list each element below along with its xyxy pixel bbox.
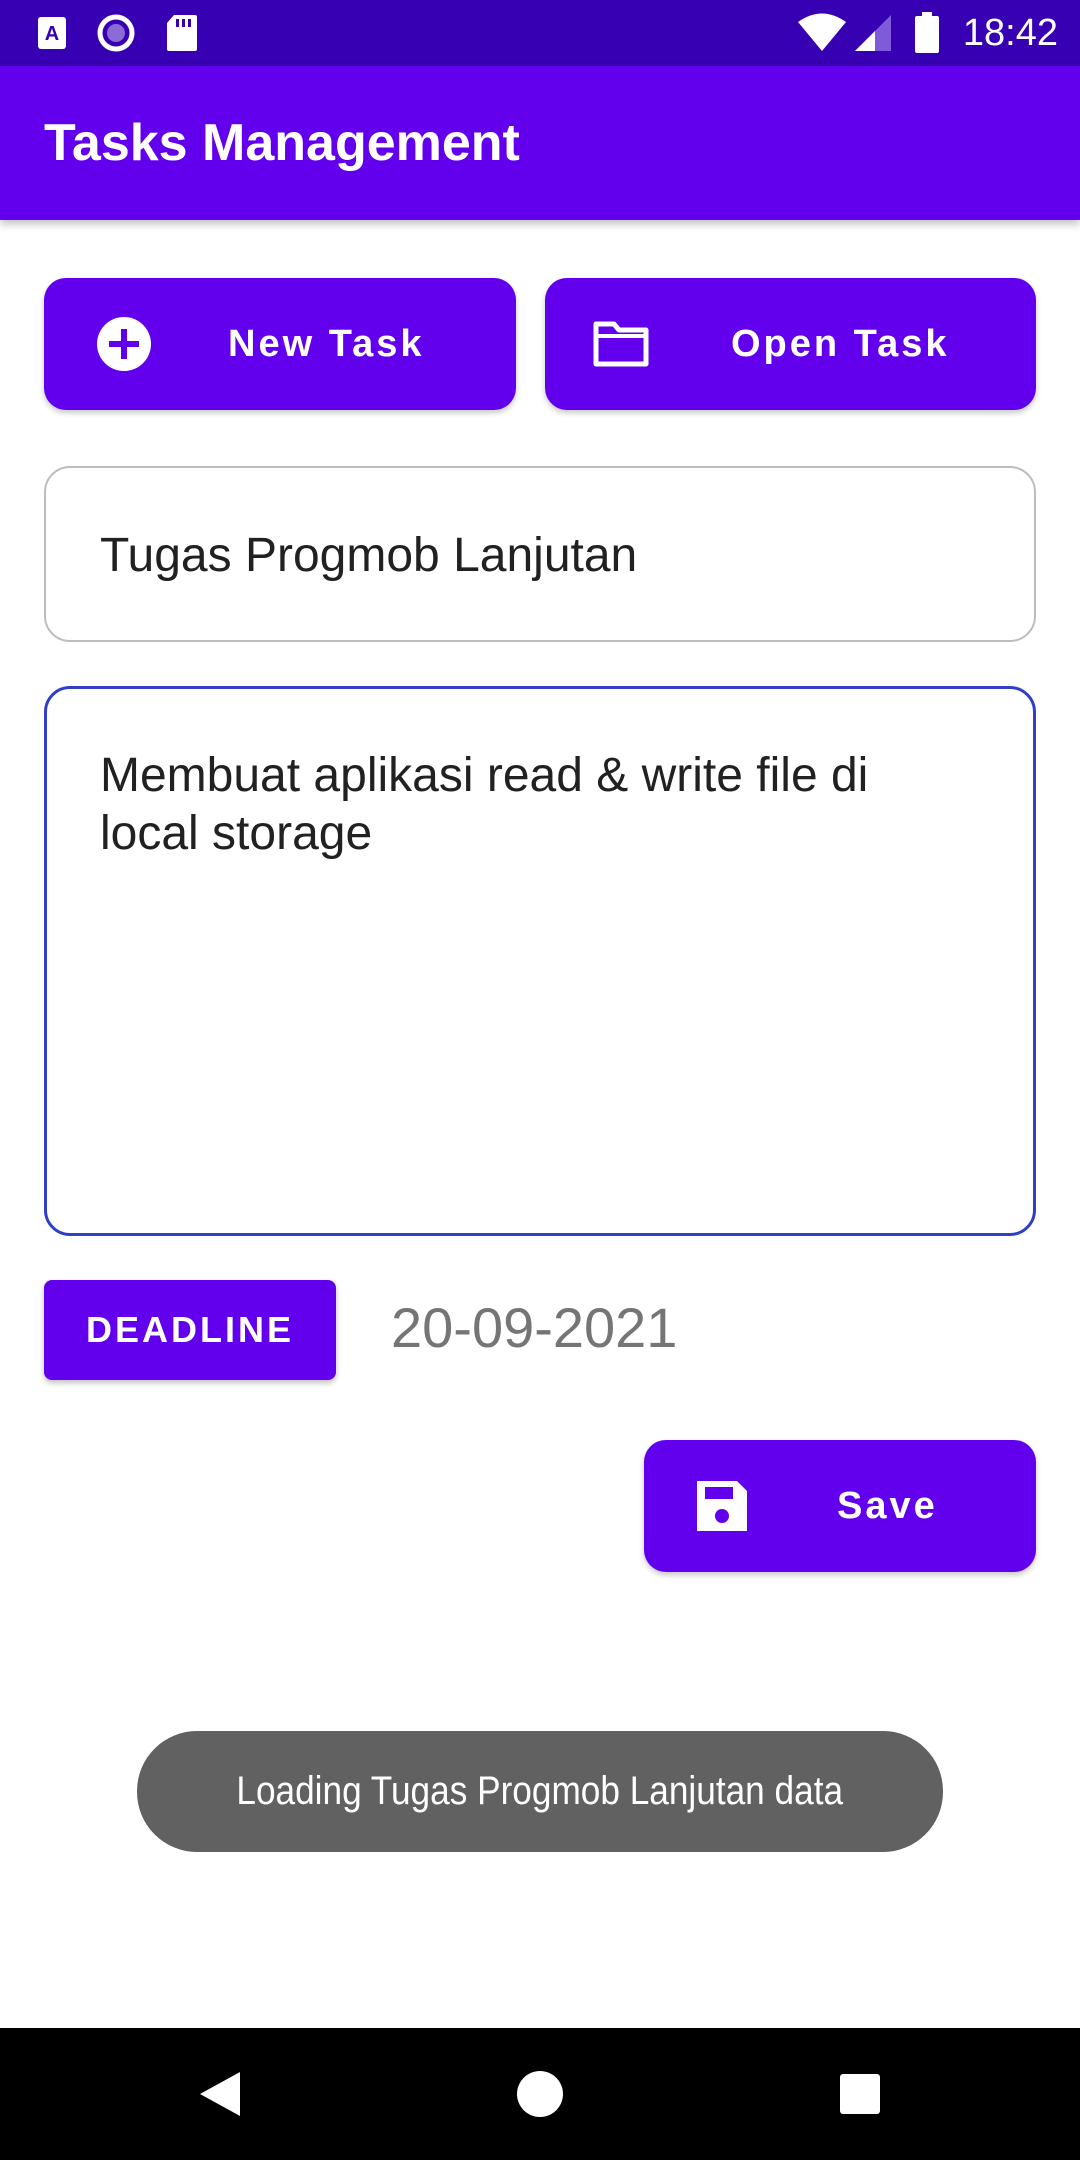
task-description-value: Membuat aplikasi read & write file di lo… — [100, 749, 869, 860]
navigation-bar — [0, 2028, 1080, 2160]
back-icon[interactable] — [160, 2028, 280, 2160]
page-title: Tasks Management — [44, 114, 520, 172]
sd-card-icon — [164, 0, 200, 66]
recents-icon[interactable] — [800, 2028, 920, 2160]
new-task-label: New Task — [228, 323, 425, 365]
save-button[interactable]: Save — [644, 1440, 1036, 1572]
new-task-button[interactable]: New Task — [44, 278, 516, 410]
add-circle-icon — [92, 312, 156, 376]
save-icon — [690, 1474, 754, 1538]
app-bar: Tasks Management — [0, 66, 1080, 220]
task-title-value: Tugas Progmob Lanjutan — [100, 529, 638, 582]
toast-message: Loading Tugas Progmob Lanjutan data — [137, 1731, 943, 1852]
deadline-date: 20-09-2021 — [391, 1296, 678, 1359]
circle-notification-icon — [96, 0, 136, 66]
cell-signal-icon — [852, 0, 894, 66]
status-time: 18:42 — [962, 12, 1058, 54]
toast-text: Loading Tugas Progmob Lanjutan data — [236, 1769, 844, 1813]
svg-text:A: A — [45, 23, 59, 45]
deadline-label: DEADLINE — [85, 1309, 294, 1350]
open-task-button[interactable]: Open Task — [545, 278, 1036, 410]
folder-icon — [589, 312, 653, 376]
task-description-field[interactable]: Membuat aplikasi read & write file di lo… — [44, 686, 1036, 1236]
app-a-icon: A — [34, 0, 70, 66]
task-title-field[interactable]: Tugas Progmob Lanjutan — [44, 466, 1036, 642]
save-label: Save — [837, 1485, 938, 1527]
wifi-icon — [796, 0, 848, 66]
deadline-button[interactable]: DEADLINE — [44, 1280, 336, 1380]
battery-icon — [912, 0, 942, 66]
open-task-label: Open Task — [731, 323, 950, 365]
home-icon[interactable] — [480, 2028, 600, 2160]
status-bar: A 18:42 — [0, 0, 1080, 66]
